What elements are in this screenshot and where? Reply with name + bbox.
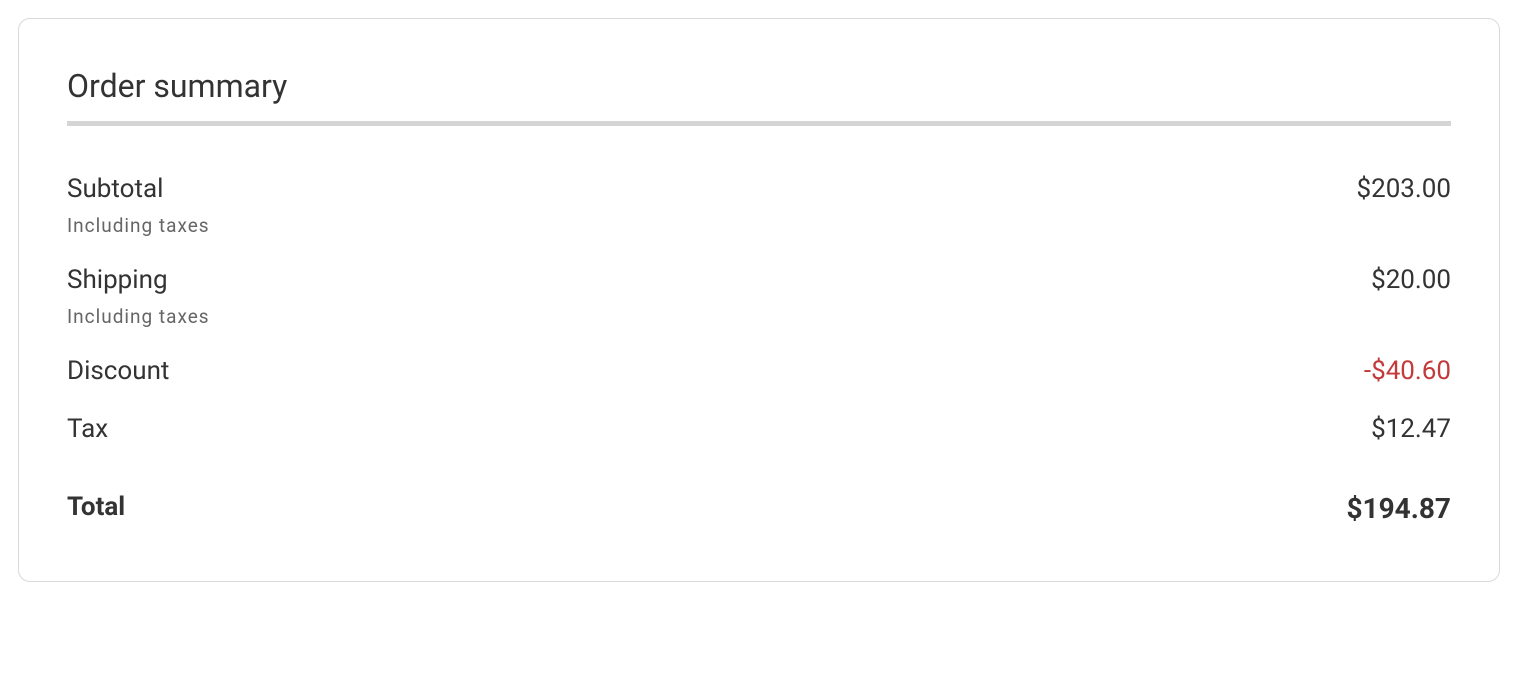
summary-row-label: Tax xyxy=(67,414,108,444)
summary-row-tax: Tax $12.47 xyxy=(67,414,1451,444)
summary-row-label-block: Shipping Including taxes xyxy=(67,265,210,328)
summary-row-discount: Discount -$40.60 xyxy=(67,356,1451,386)
summary-row-label-block: Tax xyxy=(67,414,108,444)
summary-row-label: Discount xyxy=(67,356,169,386)
summary-row-sublabel: Including taxes xyxy=(67,214,210,237)
summary-row-label-block: Discount xyxy=(67,356,169,386)
summary-row-value: $12.47 xyxy=(1371,414,1451,444)
title-divider xyxy=(67,121,1451,126)
total-value: $194.87 xyxy=(1346,492,1451,525)
summary-row-value: $20.00 xyxy=(1371,265,1451,295)
order-summary-card: Order summary Subtotal Including taxes $… xyxy=(18,18,1500,582)
order-summary-title: Order summary xyxy=(67,67,1451,105)
summary-row-value: $203.00 xyxy=(1356,174,1451,204)
summary-row-shipping: Shipping Including taxes $20.00 xyxy=(67,265,1451,328)
summary-row-label-block: Subtotal Including taxes xyxy=(67,174,210,237)
summary-row-total: Total $194.87 xyxy=(67,492,1451,525)
summary-row-subtotal: Subtotal Including taxes $203.00 xyxy=(67,174,1451,237)
summary-row-label: Shipping xyxy=(67,265,210,295)
summary-row-label: Subtotal xyxy=(67,174,210,204)
total-label: Total xyxy=(67,492,125,522)
summary-row-sublabel: Including taxes xyxy=(67,305,210,328)
summary-row-value: -$40.60 xyxy=(1364,356,1451,386)
